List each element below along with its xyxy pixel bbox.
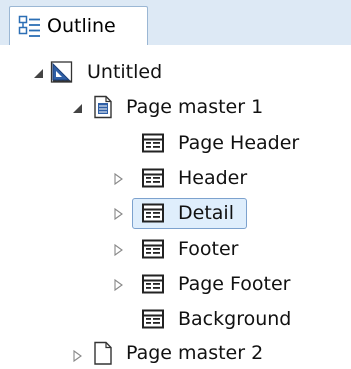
collapsed-arrow-icon[interactable] — [113, 206, 125, 221]
collapsed-arrow-icon[interactable] — [72, 348, 84, 363]
tree-item-page-header-label: Page Header — [178, 132, 300, 154]
expanded-arrow-icon[interactable] — [33, 65, 45, 79]
collapsed-arrow-icon[interactable] — [113, 277, 125, 292]
tree-item-header[interactable]: Header — [0, 163, 351, 193]
tree-item-footer[interactable]: Footer — [0, 234, 351, 264]
band-icon — [141, 307, 165, 331]
band-icon — [141, 272, 165, 296]
tree-item-header-label: Header — [178, 167, 248, 189]
band-icon — [141, 166, 165, 190]
tree-item-page-footer-label: Page Footer — [178, 273, 291, 295]
outline-icon — [18, 15, 42, 39]
band-icon — [141, 131, 165, 155]
band-icon — [141, 237, 165, 261]
view-tab-bar: Outline — [0, 0, 351, 45]
tree-item-detail[interactable]: Detail — [0, 198, 351, 229]
tree-item-page-master-1-label: Page master 1 — [126, 96, 264, 118]
band-icon — [141, 201, 165, 225]
tree-item-background-label: Background — [178, 308, 292, 330]
tab-outline[interactable]: Outline — [9, 6, 148, 45]
tree-item-detail-label: Detail — [178, 202, 234, 224]
report-design-icon — [50, 60, 74, 84]
tree-item-page-master-1[interactable]: Page master 1 — [0, 92, 351, 122]
tree-item-footer-label: Footer — [178, 238, 239, 260]
blank-page-icon — [91, 341, 115, 365]
tree-item-background[interactable]: Background — [0, 304, 351, 334]
outline-tree: Untitled Page master 1 Page Header Heade… — [0, 45, 351, 369]
page-document-icon — [91, 95, 115, 119]
tree-item-page-header[interactable]: Page Header — [0, 128, 351, 158]
tree-item-page-master-2[interactable]: Page master 2 — [0, 338, 351, 368]
collapsed-arrow-icon[interactable] — [113, 242, 125, 257]
collapsed-arrow-icon[interactable] — [113, 171, 125, 186]
tree-item-page-master-2-label: Page master 2 — [126, 342, 264, 364]
tab-outline-label: Outline — [47, 15, 116, 37]
tree-item-untitled[interactable]: Untitled — [0, 57, 351, 87]
expanded-arrow-icon[interactable] — [72, 100, 84, 114]
tree-item-page-footer[interactable]: Page Footer — [0, 269, 351, 299]
tree-item-untitled-label: Untitled — [87, 61, 163, 83]
